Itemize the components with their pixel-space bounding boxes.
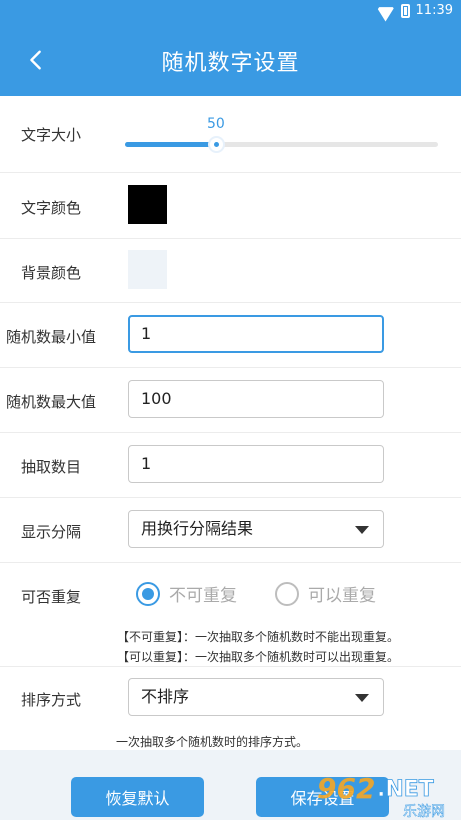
page-title: 随机数字设置	[161, 51, 300, 76]
sort-note: 一次抽取多个随机数时的排序方式。	[116, 735, 309, 749]
divider	[0, 432, 461, 433]
separator-label: 显示分隔	[21, 523, 82, 541]
watermark-brand: 962	[317, 772, 375, 805]
radio-button-icon	[275, 581, 299, 606]
radio-no-repeat-label: 不可重复	[169, 586, 237, 606]
battery-icon	[400, 3, 410, 18]
repeat-note-1: 【不可重复】：一次抽取多个随机数时不能出现重复。	[117, 630, 400, 644]
radio-allow-repeat-label: 可以重复	[308, 586, 376, 606]
repeat-label: 可否重复	[21, 588, 82, 606]
max-value-input[interactable]: 100	[128, 380, 384, 418]
watermark-net: .NET	[377, 777, 434, 802]
bg-color-label: 背景颜色	[21, 264, 82, 282]
text-color-swatch[interactable]	[128, 185, 167, 224]
reset-button[interactable]: 恢复默认	[71, 777, 204, 817]
wifi-icon	[377, 4, 395, 18]
min-value-input[interactable]: 1	[128, 315, 384, 353]
divider	[0, 562, 461, 563]
sort-label: 排序方式	[21, 691, 82, 709]
pick-count-input[interactable]: 1	[128, 445, 384, 483]
font-size-slider[interactable]	[125, 136, 438, 153]
divider	[0, 172, 461, 173]
separator-select[interactable]: 用换行分隔结果	[128, 510, 384, 548]
divider	[0, 302, 461, 303]
min-value-label: 随机数最小值	[6, 328, 97, 346]
divider	[0, 497, 461, 498]
divider	[0, 666, 461, 667]
pick-count-label: 抽取数目	[21, 458, 82, 476]
dropdown-caret-icon	[355, 526, 369, 534]
divider	[0, 367, 461, 368]
sort-select[interactable]: 不排序	[128, 678, 384, 716]
font-size-label: 文字大小	[21, 126, 82, 144]
font-size-value: 50	[207, 116, 225, 132]
status-icons: 11:39	[377, 3, 453, 18]
text-color-label: 文字颜色	[21, 199, 82, 217]
divider	[0, 238, 461, 239]
status-bar: 11:39	[0, 0, 461, 24]
separator-selected: 用换行分隔结果	[141, 519, 254, 538]
radio-button-icon	[136, 581, 160, 606]
sort-selected: 不排序	[141, 687, 190, 706]
watermark-site: 乐游网	[403, 804, 445, 820]
max-value-label: 随机数最大值	[6, 393, 97, 411]
radio-no-repeat[interactable]: 不可重复	[136, 581, 237, 606]
site-watermark-logo: 962 .NET 乐游网	[317, 772, 445, 820]
dropdown-caret-icon	[355, 694, 369, 702]
repeat-note-2: 【可以重复】：一次抽取多个随机数时可以出现重复。	[117, 650, 400, 664]
app-bar: 随机数字设置	[0, 24, 461, 96]
status-time: 11:39	[415, 3, 453, 18]
slider-fill	[125, 142, 216, 147]
bg-color-swatch[interactable]	[128, 250, 167, 289]
radio-allow-repeat[interactable]: 可以重复	[275, 581, 376, 606]
slider-thumb[interactable]	[208, 136, 225, 153]
